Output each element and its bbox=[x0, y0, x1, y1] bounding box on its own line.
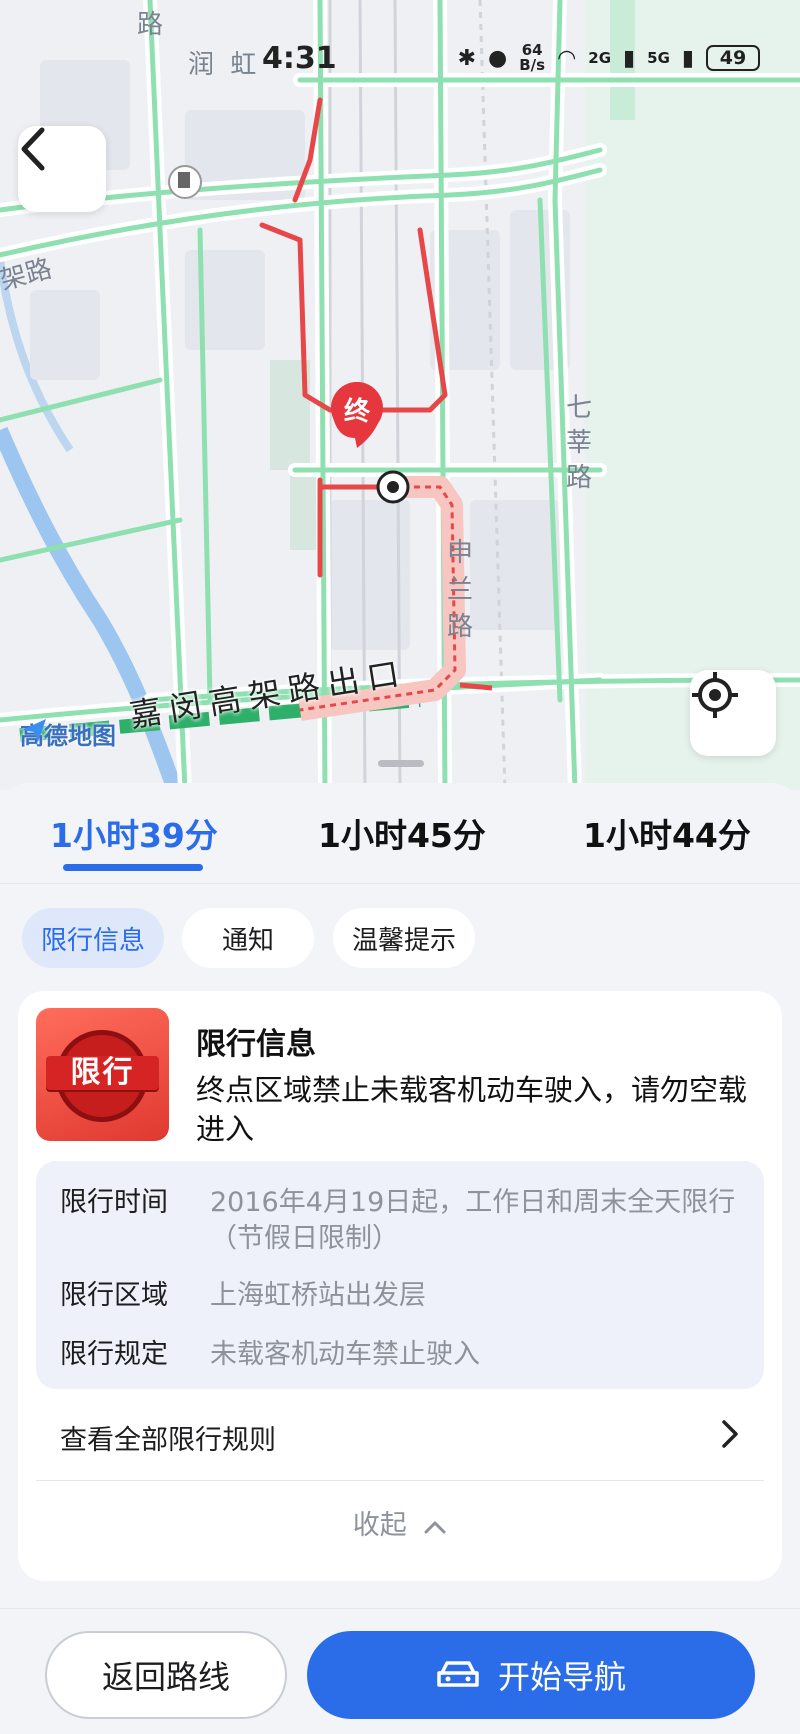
signal-icon: ▮ bbox=[623, 45, 636, 71]
detail-key: 限行时间 bbox=[60, 1187, 168, 1218]
end-marker-label: 终 bbox=[343, 397, 370, 427]
fuel-station-icon bbox=[168, 165, 202, 199]
bluetooth-icon: ✱ bbox=[457, 45, 477, 71]
active-tab-indicator bbox=[63, 864, 203, 871]
map-label-runhong: 润 虹 bbox=[188, 50, 261, 80]
amap-watermark: 高德地图 bbox=[20, 716, 116, 751]
map-view[interactable]: 路 润 虹 架路 七 莘 路 申 兰 路 嘉闵高架路出口 终 4:31 ✱ ● … bbox=[0, 0, 800, 790]
tabs-divider bbox=[0, 883, 800, 884]
detail-key: 限行规定 bbox=[60, 1339, 168, 1370]
location-icon: ● bbox=[488, 45, 508, 71]
detail-value: 2016年4月19日起，工作日和周末全天限行（节假日限制） bbox=[210, 1187, 736, 1254]
detail-value: 未载客机动车禁止驶入 bbox=[210, 1339, 480, 1370]
badge-text: 限行 bbox=[70, 1055, 135, 1090]
locate-button[interactable] bbox=[690, 670, 776, 756]
map-label-qixin-1: 七 bbox=[566, 393, 593, 423]
status-bar-icons: ✱ ● 64 B/s ◠ 2G ▮ 5G ▮ 49 bbox=[458, 38, 760, 78]
route-tabs: 1小时39分 1小时45分 1小时44分 bbox=[0, 783, 800, 884]
route-tab-1[interactable]: 1小时39分 bbox=[50, 809, 218, 857]
map-label-shenlan-3: 路 bbox=[447, 612, 474, 642]
chip-tips[interactable]: 温馨提示 bbox=[333, 908, 475, 968]
crosshair-icon bbox=[692, 672, 738, 718]
detail-value: 上海虹桥站出发层 bbox=[210, 1280, 426, 1311]
start-navigation-button[interactable]: 开始导航 bbox=[307, 1631, 755, 1719]
card-description: 终点区域禁止未载客机动车驶入，请勿空载进入 bbox=[196, 1073, 748, 1146]
net-speed-unit: B/s bbox=[519, 56, 546, 74]
restriction-badge: 限行 bbox=[36, 1008, 169, 1141]
route-panel: 1小时39分 1小时45分 1小时44分 限行信息 通知 温馨提示 限行 限行信… bbox=[0, 783, 800, 1734]
back-to-routes-button[interactable]: 返回路线 bbox=[45, 1631, 287, 1719]
status-time: 4:31 bbox=[262, 40, 337, 76]
chevron-up-icon bbox=[424, 1521, 446, 1533]
collapse-button[interactable]: 收起 bbox=[18, 1503, 782, 1542]
status-bar-time-wrap: 4:31 bbox=[262, 38, 337, 78]
back-button[interactable] bbox=[18, 126, 106, 212]
car-icon bbox=[437, 1661, 479, 1687]
amap-logo-icon bbox=[22, 719, 46, 742]
wifi-icon: ◠ bbox=[557, 45, 577, 71]
collapse-label: 收起 bbox=[352, 1510, 407, 1541]
drag-handle[interactable] bbox=[378, 760, 424, 767]
map-label-road: 路 bbox=[137, 10, 164, 40]
battery-indicator: 49 bbox=[706, 45, 760, 71]
chip-notice[interactable]: 通知 bbox=[182, 908, 314, 968]
card-title: 限行信息 bbox=[196, 1027, 316, 1062]
route-tab-2[interactable]: 1小时45分 bbox=[318, 809, 486, 857]
net-speed: 64 B/s bbox=[519, 43, 545, 73]
restriction-card: 限行 限行信息 终点区域禁止未载客机动车驶入，请勿空载进入 限行时间 2016年… bbox=[18, 991, 782, 1581]
route-tab-3[interactable]: 1小时44分 bbox=[583, 809, 751, 857]
chevron-left-icon bbox=[21, 127, 45, 171]
view-all-rules-link[interactable]: 查看全部限行规则 bbox=[60, 1418, 276, 1457]
card-divider bbox=[36, 1480, 764, 1481]
chevron-right-icon[interactable] bbox=[718, 1417, 742, 1451]
chip-restriction-info[interactable]: 限行信息 bbox=[22, 908, 164, 968]
sim1-label: 2G bbox=[588, 49, 612, 67]
map-label-shenlan-1: 申 bbox=[447, 538, 474, 568]
start-navigation-label: 开始导航 bbox=[497, 1658, 626, 1696]
sim2-label: 5G bbox=[647, 49, 670, 67]
destination-point-icon bbox=[376, 470, 410, 504]
bottom-action-bar: 返回路线 开始导航 bbox=[0, 1608, 800, 1734]
signal-icon: ▮ bbox=[681, 45, 694, 71]
detail-key: 限行区域 bbox=[60, 1280, 168, 1311]
map-label-qixin-3: 路 bbox=[566, 463, 593, 493]
map-label-qixin-2: 莘 bbox=[566, 428, 593, 458]
map-label-shenlan-2: 兰 bbox=[447, 575, 474, 605]
restriction-details: 限行时间 2016年4月19日起，工作日和周末全天限行（节假日限制） 限行区域 … bbox=[36, 1161, 764, 1389]
